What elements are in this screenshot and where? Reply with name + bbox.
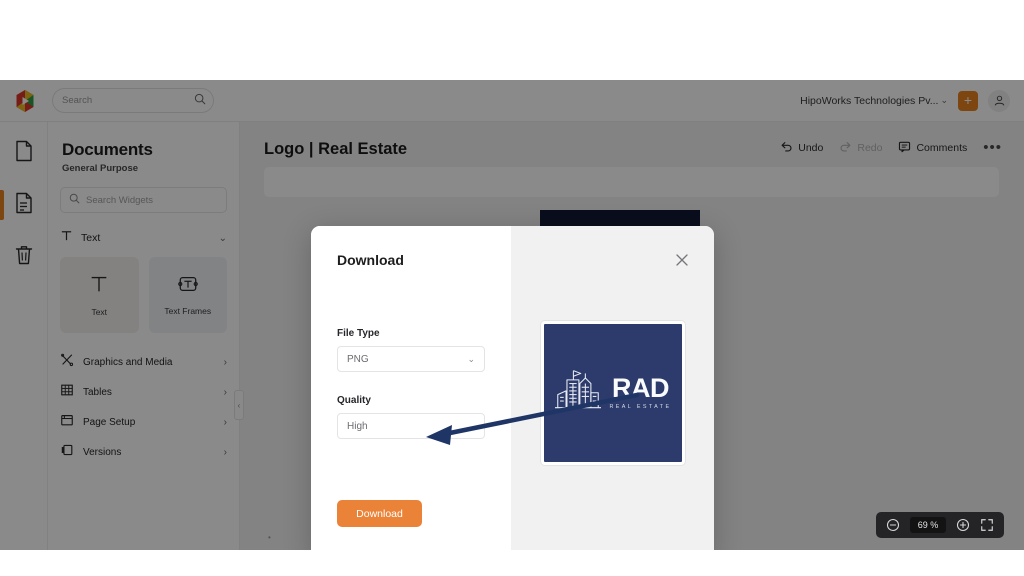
page-setup-icon bbox=[60, 413, 74, 432]
chevron-down-icon: ⌄ bbox=[218, 232, 227, 244]
redo-button[interactable]: Redo bbox=[839, 140, 882, 156]
panel-collapse-handle[interactable]: ‹ bbox=[234, 390, 244, 420]
menu-item-label: Versions bbox=[83, 446, 122, 458]
chevron-right-icon: › bbox=[223, 446, 227, 458]
zoom-level-value[interactable]: 69 % bbox=[910, 517, 946, 533]
redo-label: Redo bbox=[857, 142, 883, 154]
trash-icon bbox=[14, 244, 34, 271]
widget-search-input[interactable] bbox=[86, 194, 218, 206]
brand-tagline: REAL ESTATE bbox=[609, 404, 672, 410]
global-search[interactable] bbox=[52, 88, 214, 113]
chevron-right-icon: › bbox=[223, 386, 227, 398]
panel-menu-list: Graphics and Media › Tables › Page Setup… bbox=[48, 347, 239, 467]
chevron-right-icon: › bbox=[223, 416, 227, 428]
chevron-down-icon: ⌄ bbox=[940, 95, 948, 105]
top-bar-right: HipoWorks Technologies Pv... ⌄ + bbox=[800, 89, 1010, 112]
user-avatar-icon[interactable] bbox=[988, 89, 1010, 112]
text-t-icon bbox=[60, 229, 73, 247]
fullscreen-icon[interactable] bbox=[980, 518, 994, 532]
section-label: Text bbox=[81, 232, 101, 244]
undo-label: Undo bbox=[798, 142, 824, 154]
search-input[interactable] bbox=[62, 95, 194, 106]
document-actions: Undo Redo Comments ••• bbox=[780, 140, 1002, 156]
menu-item-label: Page Setup bbox=[83, 416, 136, 428]
chevron-down-icon: ⌄ bbox=[467, 353, 475, 364]
panel-title: Documents bbox=[62, 140, 153, 159]
quality-field: Quality High ⌄ bbox=[337, 395, 485, 439]
org-name: HipoWorks Technologies Pv... bbox=[800, 94, 939, 107]
document-toolbar[interactable] bbox=[264, 167, 999, 197]
logo-preview: RAD REAL ESTATE bbox=[540, 320, 685, 465]
download-button[interactable]: Download bbox=[337, 500, 422, 527]
text-frame-icon bbox=[176, 274, 200, 299]
menu-item-label: Tables bbox=[83, 386, 112, 398]
download-dialog: Download File Type PNG ⌄ Quality High ⌄ … bbox=[311, 226, 714, 550]
page-title: Logo | Real Estate bbox=[264, 140, 408, 158]
city-skyline-icon bbox=[554, 367, 602, 418]
screenshot-root: HipoWorks Technologies Pv... ⌄ + bbox=[0, 0, 1024, 576]
search-icon bbox=[69, 191, 80, 209]
menu-item-versions[interactable]: Versions › bbox=[60, 437, 227, 467]
app-logo-icon[interactable] bbox=[12, 88, 38, 114]
widget-panel: Documents General Purpose Search Widgets… bbox=[48, 122, 240, 550]
org-switcher[interactable]: HipoWorks Technologies Pv... ⌄ bbox=[800, 95, 948, 107]
graphics-media-icon bbox=[60, 353, 74, 372]
undo-arrow-icon bbox=[780, 140, 793, 156]
file-type-label: File Type bbox=[337, 328, 380, 339]
quality-select[interactable]: High ⌄ bbox=[337, 413, 485, 439]
document-lines-icon bbox=[14, 192, 34, 219]
document-blank-icon bbox=[14, 140, 34, 167]
zoom-control: 69 % bbox=[876, 512, 1004, 538]
dialog-right-panel: RAD REAL ESTATE bbox=[511, 226, 714, 550]
icon-rail bbox=[0, 122, 48, 550]
logo-wordmark: RAD REAL ESTATE bbox=[609, 373, 672, 411]
zoom-out-icon[interactable] bbox=[886, 518, 900, 532]
comment-bubble-icon bbox=[898, 140, 911, 156]
widget-search[interactable] bbox=[60, 187, 227, 213]
section-text[interactable]: Text ⌄ bbox=[60, 227, 227, 249]
text-t-icon bbox=[88, 273, 110, 300]
table-grid-icon bbox=[60, 383, 74, 402]
widget-card-text-frames[interactable]: Text Frames bbox=[148, 257, 227, 333]
panel-subtitle: General Purpose bbox=[62, 163, 139, 174]
top-bar: HipoWorks Technologies Pv... ⌄ + bbox=[0, 80, 1024, 122]
zoom-in-icon[interactable] bbox=[956, 518, 970, 532]
comments-label: Comments bbox=[916, 142, 968, 154]
redo-arrow-icon bbox=[839, 140, 852, 156]
search-icon bbox=[194, 92, 206, 110]
undo-button[interactable]: Undo bbox=[780, 140, 823, 156]
file-type-field: File Type PNG ⌄ bbox=[337, 328, 485, 372]
dialog-title: Download bbox=[337, 252, 404, 268]
rail-item-documents-blank[interactable] bbox=[0, 138, 48, 168]
file-type-select[interactable]: PNG ⌄ bbox=[337, 346, 485, 372]
menu-item-label: Graphics and Media bbox=[83, 356, 173, 368]
quality-label: Quality bbox=[337, 395, 371, 406]
widget-card-label: Text Frames bbox=[164, 306, 212, 316]
widget-card-grid: Text Text Frames bbox=[60, 257, 227, 333]
add-button[interactable]: + bbox=[958, 90, 978, 111]
app-window: HipoWorks Technologies Pv... ⌄ + bbox=[0, 80, 1024, 550]
canvas-scroll-marker: • bbox=[268, 533, 271, 542]
widget-card-text[interactable]: Text bbox=[60, 257, 139, 333]
menu-item-tables[interactable]: Tables › bbox=[60, 377, 227, 407]
quality-value: High bbox=[347, 420, 368, 432]
versions-icon bbox=[60, 443, 74, 462]
menu-item-graphics-and-media[interactable]: Graphics and Media › bbox=[60, 347, 227, 377]
chevron-right-icon: › bbox=[223, 356, 227, 368]
menu-item-page-setup[interactable]: Page Setup › bbox=[60, 407, 227, 437]
rail-item-documents-list[interactable] bbox=[0, 190, 48, 220]
rail-item-trash[interactable] bbox=[0, 242, 48, 272]
brand-name: RAD bbox=[611, 373, 670, 403]
close-icon[interactable] bbox=[674, 252, 690, 268]
file-type-value: PNG bbox=[347, 353, 369, 365]
comments-button[interactable]: Comments bbox=[898, 140, 967, 156]
dialog-left-panel: Download File Type PNG ⌄ Quality High ⌄ … bbox=[311, 226, 511, 550]
overflow-menu-button[interactable]: ••• bbox=[983, 140, 1002, 155]
widget-card-label: Text bbox=[91, 307, 108, 317]
chevron-down-icon: ⌄ bbox=[467, 420, 475, 431]
